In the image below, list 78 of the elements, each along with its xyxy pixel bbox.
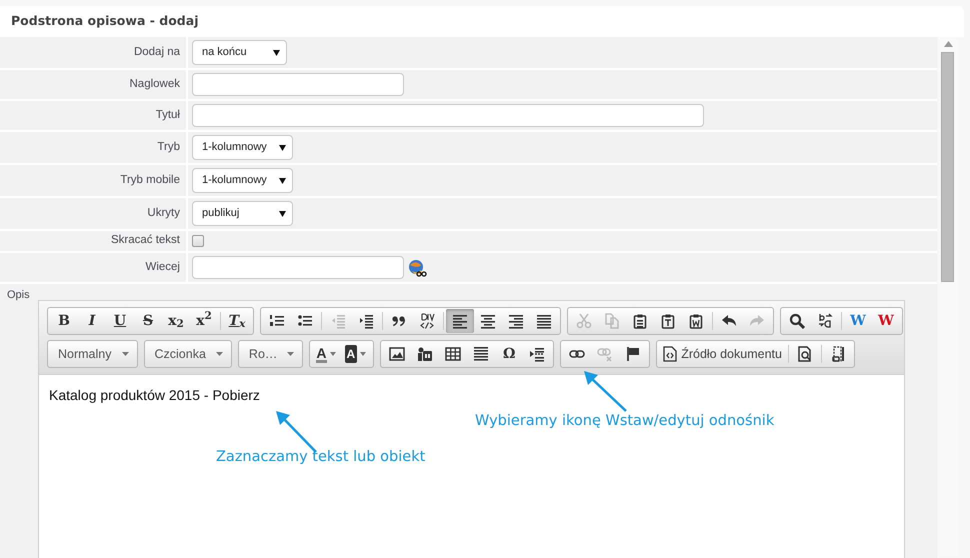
paste-text-icon	[660, 313, 676, 329]
text-color-button[interactable]: A	[312, 342, 341, 366]
field-label: Wiecej	[0, 253, 188, 282]
caret-icon	[287, 352, 294, 356]
clipboard-icon	[632, 313, 648, 329]
caret-icon	[330, 352, 337, 356]
caret-icon	[273, 50, 280, 56]
caret-icon	[360, 352, 368, 356]
callout-text: Wybieramy ikonę Wstaw/edytuj odnośnik	[475, 412, 774, 431]
superscript-button[interactable]: x$^{2}$	[190, 309, 218, 333]
panel-title: Podstrona opisowa - dodaj	[11, 12, 198, 30]
field-label: Naglowek	[0, 70, 188, 99]
globe-link-icon[interactable]	[408, 258, 428, 276]
source-button[interactable]: Źródło dokumentu	[659, 342, 786, 366]
editor-text: Katalog produktów 2015 - Pobierz	[49, 386, 260, 405]
format-dropdown[interactable]: Czcionka	[144, 340, 232, 368]
document-code-icon	[663, 346, 678, 362]
toolbar-button[interactable]: Ω	[495, 342, 524, 366]
callout-text: Zaznaczamy tekst lub obiekt	[216, 448, 426, 467]
div-block-icon	[419, 313, 435, 329]
text-field[interactable]	[192, 104, 704, 127]
format-dropdown[interactable]: Normalny	[47, 340, 138, 368]
field-label: Tytuł	[0, 101, 188, 130]
caret-icon	[122, 352, 128, 356]
page-break-icon	[529, 346, 546, 362]
scroll-up-icon	[944, 41, 953, 47]
select-field[interactable]: 1-kolumnowy	[192, 168, 293, 193]
strikethrough-button[interactable]: S	[134, 309, 162, 333]
text-field[interactable]	[192, 73, 404, 96]
caret-icon	[279, 178, 286, 184]
indent-icon	[358, 313, 374, 329]
media-icon	[417, 346, 434, 362]
callout-arrow	[584, 371, 626, 411]
italic-button[interactable]: I	[78, 309, 106, 333]
field-label: Ukryty	[0, 198, 188, 229]
toolbar-button[interactable]: W	[872, 309, 900, 333]
checkbox[interactable]	[192, 235, 204, 247]
field-label: Skracać tekst	[0, 231, 188, 251]
maximize-icon	[830, 346, 846, 362]
caret-icon	[279, 210, 286, 216]
flag-icon	[625, 346, 642, 362]
caret-icon	[216, 352, 223, 356]
callout-arrow	[276, 411, 316, 452]
select-field[interactable]: na końcu	[192, 40, 287, 65]
scrollbar-thumb[interactable]	[941, 52, 954, 282]
image-icon	[389, 346, 406, 362]
table-icon	[445, 346, 462, 362]
numbered-list-icon	[269, 313, 285, 329]
preview-icon	[796, 346, 813, 362]
paste-document-icon	[688, 313, 704, 329]
field-label: Dodaj na	[0, 37, 188, 68]
outdent-icon	[330, 313, 346, 329]
field-label: Tryb mobile	[0, 165, 188, 196]
unlink-icon	[597, 346, 614, 362]
replace-icon	[817, 313, 833, 329]
bold-button[interactable]: B	[50, 309, 78, 333]
align-center-icon	[480, 313, 496, 329]
search-icon	[789, 313, 805, 329]
copy-icon	[604, 313, 620, 329]
remove-format-button[interactable]: T$_{x}$	[223, 309, 251, 333]
subscript-button[interactable]: x$_{2}$	[162, 309, 190, 333]
bulleted-list-icon	[297, 313, 313, 329]
align-left-icon	[452, 313, 468, 329]
horizontal-rule-icon	[473, 346, 490, 362]
format-dropdown[interactable]: Ro…	[238, 340, 304, 368]
select-field[interactable]: publikuj	[192, 201, 293, 226]
field-label: Opis	[7, 288, 30, 303]
select-field[interactable]: 1-kolumnowy	[192, 135, 293, 160]
background-color-button[interactable]: A	[340, 342, 372, 366]
caret-icon	[279, 144, 286, 150]
toolbar-button[interactable]: W	[844, 309, 872, 333]
align-right-icon	[508, 313, 524, 329]
underline-button[interactable]: U	[106, 309, 134, 333]
field-label: Tryb	[0, 132, 188, 163]
text-field[interactable]	[192, 256, 404, 279]
toolbar-button[interactable]	[446, 309, 474, 333]
scissors-icon	[576, 313, 592, 329]
justify-icon	[536, 313, 552, 329]
